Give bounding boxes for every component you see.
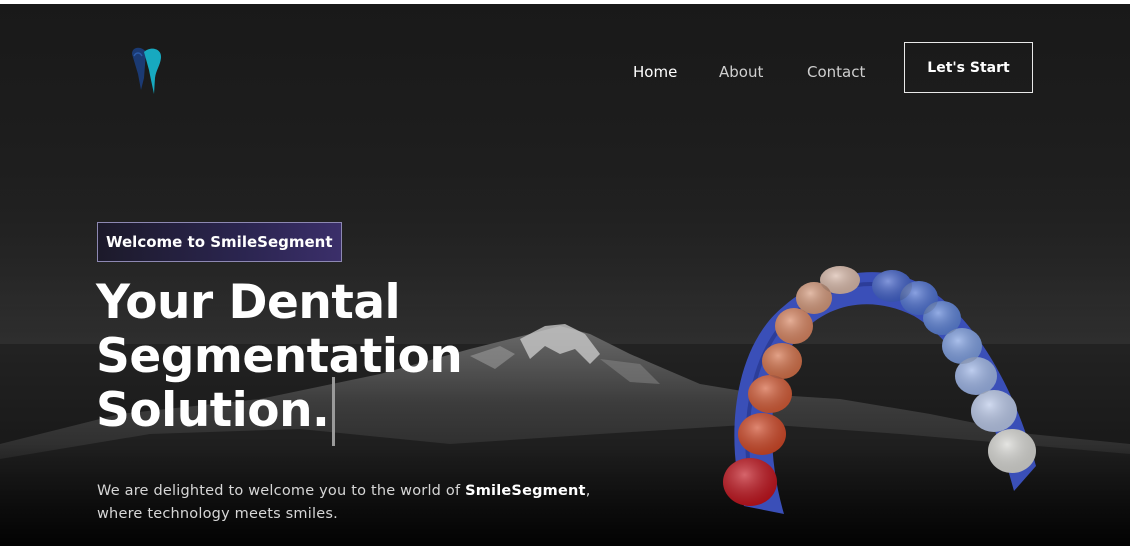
nav-about[interactable]: About — [719, 60, 763, 84]
hero-subtext: We are delighted to welcome you to the w… — [97, 480, 617, 526]
dental-arch-image — [723, 266, 1036, 514]
hero-headline: Your Dental Segmentation Solution. — [96, 276, 516, 438]
subtext-comma: , — [585, 483, 591, 499]
typing-cursor — [332, 377, 335, 446]
welcome-badge: Welcome to SmileSegment — [97, 222, 342, 262]
hero-section: Home About Contact Let's Start Welcome t… — [0, 4, 1130, 546]
nav-home[interactable]: Home — [633, 60, 677, 84]
headline-line-1: Your Dental — [96, 275, 401, 330]
subtext-intro: We are delighted to welcome you to the w… — [97, 483, 466, 499]
headline-line-3: Solution. — [96, 383, 330, 438]
lets-start-button[interactable]: Let's Start — [904, 42, 1033, 93]
headline-line-2: Segmentation — [96, 329, 463, 384]
subtext-line-2: where technology meets smiles. — [97, 506, 338, 522]
nav-contact[interactable]: Contact — [807, 60, 865, 84]
subtext-brand: SmileSegment — [465, 483, 586, 499]
